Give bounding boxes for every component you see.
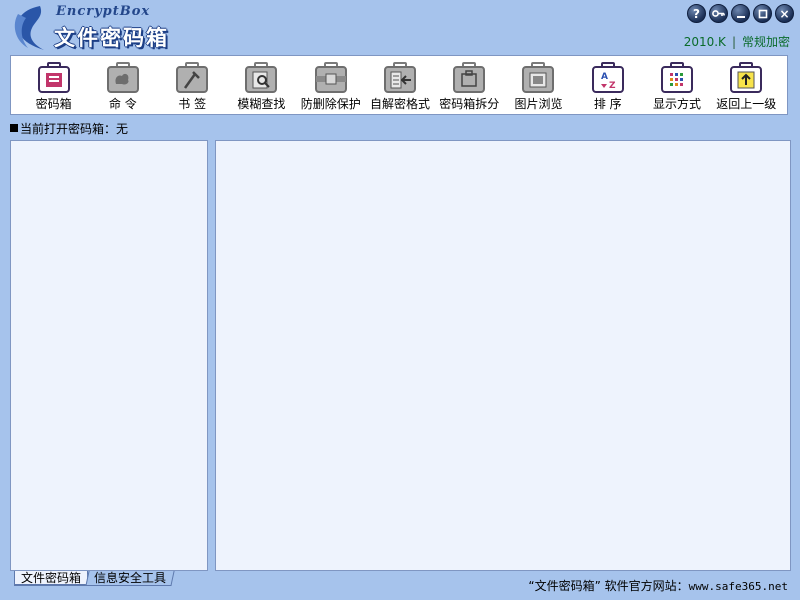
official-site: “文件密码箱” 软件官方网站：www.safe365.net — [528, 577, 788, 594]
toolbar-label: 防删除保护 — [300, 97, 361, 111]
site-label: “文件密码箱” 软件官方网站： — [528, 579, 689, 593]
toolbar-label: 图片浏览 — [514, 97, 563, 111]
svg-text:A: A — [601, 72, 608, 82]
toolbar-button-split-box[interactable]: 密码箱拆分 — [435, 60, 504, 114]
close-icon[interactable]: × — [775, 4, 794, 23]
toolbar-label: 返回上一级 — [716, 97, 777, 111]
encrypt-mode-link[interactable]: 常规加密 — [742, 35, 790, 49]
delete-protect-icon — [314, 62, 347, 93]
password-box-icon — [37, 62, 70, 93]
version-label: 2010.K — [683, 35, 726, 49]
tab-security-tools-label: 信息安全工具 — [94, 571, 167, 585]
display-mode-icon — [661, 62, 694, 93]
toolbar-button-sort[interactable]: A Z 排 序 — [573, 60, 642, 114]
help-icon[interactable]: ? — [687, 4, 706, 23]
toolbar-label: 命 令 — [108, 97, 137, 111]
folder-tree-panel[interactable] — [10, 140, 208, 571]
toolbar-label: 密码箱 — [35, 97, 72, 111]
main-toolbar: 密码箱 命 令 书 签 模糊查找 防删除保护 自解密格式 密码箱拆分 图片浏览 … — [10, 55, 788, 115]
toolbar-label: 书 签 — [178, 97, 207, 111]
toolbar-label: 显示方式 — [653, 97, 702, 111]
toolbar-label: 自解密格式 — [369, 97, 430, 111]
site-url-link[interactable]: www.safe365.net — [689, 580, 788, 593]
minimize-icon[interactable] — [731, 4, 750, 23]
toolbar-button-self-decrypt[interactable]: 自解密格式 — [365, 60, 434, 114]
window-controls: ? × — [687, 4, 794, 23]
image-browse-icon — [522, 62, 555, 93]
toolbar-button-delete-protect[interactable]: 防删除保护 — [296, 60, 365, 114]
current-box-status: 当前打开密码箱：无 — [10, 120, 128, 137]
version-info: 2010.K | 常规加密 — [684, 33, 790, 50]
toolbar-button-display-mode[interactable]: 显示方式 — [642, 60, 711, 114]
self-decrypt-icon — [383, 62, 416, 93]
command-icon — [106, 62, 139, 93]
key-icon[interactable] — [709, 4, 728, 23]
file-list-panel[interactable] — [215, 140, 791, 571]
tab-security-tools[interactable]: 信息安全工具 — [85, 571, 175, 586]
toolbar-label: 密码箱拆分 — [439, 97, 500, 111]
tab-file-box[interactable]: 文件密码箱 — [14, 571, 89, 586]
bottom-tabs: 文件密码箱 信息安全工具 — [14, 571, 175, 587]
current-box-text: 当前打开密码箱：无 — [20, 122, 129, 136]
maximize-icon[interactable] — [753, 4, 772, 23]
go-up-icon — [730, 62, 763, 93]
sort-icon: A Z — [591, 62, 624, 93]
status-square-icon — [10, 124, 18, 132]
logo-english: EncryptBox — [56, 4, 151, 19]
toolbar-button-image-browse[interactable]: 图片浏览 — [504, 60, 573, 114]
version-separator: | — [731, 35, 736, 49]
split-box-icon — [453, 62, 486, 93]
toolbar-button-bookmark[interactable]: 书 签 — [158, 60, 227, 114]
toolbar-label: 排 序 — [593, 97, 622, 111]
toolbar-button-go-up[interactable]: 返回上一级 — [712, 60, 781, 114]
toolbar-button-command[interactable]: 命 令 — [88, 60, 157, 114]
bookmark-icon — [176, 62, 209, 93]
app-title: 文件密码箱 — [54, 26, 169, 50]
toolbar-button-fuzzy-search[interactable]: 模糊查找 — [227, 60, 296, 114]
logo-swirl-icon — [14, 6, 44, 50]
toolbar-button-password-box[interactable]: 密码箱 — [19, 60, 88, 114]
fuzzy-search-icon — [245, 62, 278, 93]
toolbar-label: 模糊查找 — [237, 97, 286, 111]
svg-text:Z: Z — [609, 81, 616, 91]
